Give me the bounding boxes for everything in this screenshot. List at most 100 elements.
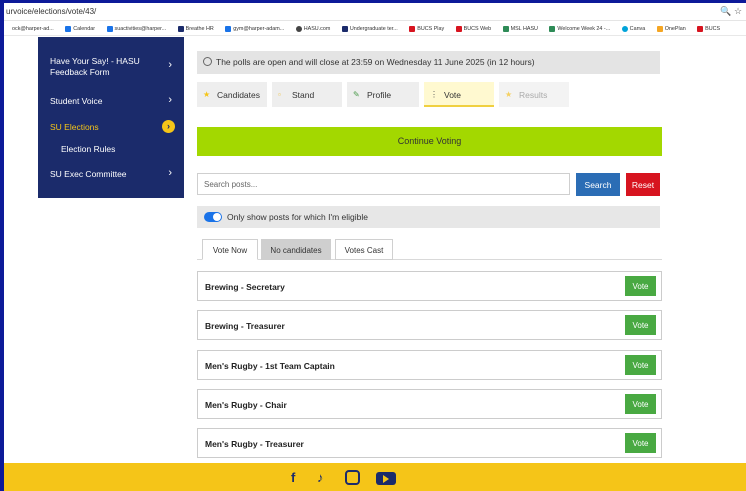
bookmark-item[interactable]: suactivities@harper... bbox=[106, 22, 167, 35]
document-icon: ▫ bbox=[278, 90, 281, 99]
bookmark-item[interactable]: BUCS Play bbox=[409, 22, 445, 35]
bookmark-item[interactable]: Calendar bbox=[65, 22, 96, 35]
bucs-icon bbox=[697, 26, 704, 32]
outlook-icon bbox=[106, 26, 113, 32]
poll-status-text: The polls are open and will close at 23:… bbox=[216, 57, 535, 67]
bookmark-star-icon[interactable]: ☆ bbox=[734, 6, 742, 17]
tab-no-candidates[interactable]: No candidates bbox=[261, 239, 331, 260]
browser-window: urvoice/elections/vote/43/ 🔍 ☆ ock@harpe… bbox=[4, 3, 746, 491]
tab-label: Vote bbox=[444, 90, 462, 100]
bookmark-item[interactable]: Undergraduate ter... bbox=[341, 22, 398, 35]
reset-button[interactable]: Reset bbox=[626, 173, 660, 196]
page-content: Have Your Say! - HASU Feedback Form › St… bbox=[4, 37, 746, 491]
chevron-right-icon: › bbox=[162, 120, 175, 133]
canva-icon bbox=[621, 26, 628, 32]
bookmark-label: Canva bbox=[629, 26, 646, 32]
bookmark-label: Breathe HR bbox=[185, 26, 214, 32]
sidebar-item-label: SU Exec Committee bbox=[50, 169, 127, 179]
vote-button[interactable]: Vote bbox=[625, 394, 656, 414]
facebook-icon[interactable]: f bbox=[291, 470, 295, 485]
post-name: Brewing - Treasurer bbox=[205, 321, 285, 331]
bookmark-item[interactable]: Canva bbox=[621, 22, 646, 35]
search-button[interactable]: Search bbox=[576, 173, 620, 196]
post-row: Brewing - Secretary Vote bbox=[197, 271, 662, 301]
tab-vote[interactable]: ⋮ Vote bbox=[424, 82, 494, 107]
sidebar-item-label: Election Rules bbox=[61, 144, 116, 154]
bookmark-label: Calendar bbox=[73, 26, 96, 32]
chevron-right-icon: › bbox=[168, 94, 172, 106]
continue-voting-button[interactable]: Continue Voting bbox=[197, 127, 662, 156]
sidebar-item-election-rules[interactable]: Election Rules bbox=[38, 141, 184, 159]
post-row: Men's Rugby - 1st Team Captain Vote bbox=[197, 350, 662, 380]
bookmark-item[interactable]: Welcome Week 24 -... bbox=[549, 22, 611, 35]
vote-button[interactable]: Vote bbox=[625, 315, 656, 335]
outlook-icon bbox=[225, 26, 232, 32]
sidebar-item-exec-committee[interactable]: SU Exec Committee › bbox=[38, 164, 184, 184]
youtube-icon[interactable] bbox=[376, 472, 396, 485]
eligible-toggle[interactable] bbox=[204, 212, 222, 222]
tab-profile[interactable]: ✎ Profile bbox=[347, 82, 419, 107]
msl-icon bbox=[502, 26, 509, 32]
tab-label: Candidates bbox=[217, 90, 261, 100]
bookmark-item[interactable]: MSL HASU bbox=[502, 22, 538, 35]
bookmark-item[interactable]: HASU.com bbox=[295, 22, 330, 35]
tab-label: Results bbox=[519, 90, 548, 100]
sidebar-nav: Have Your Say! - HASU Feedback Form › St… bbox=[38, 37, 184, 198]
bookmark-item[interactable]: Breathe HR bbox=[177, 22, 214, 35]
vote-button[interactable]: Vote bbox=[625, 433, 656, 453]
calendar-icon bbox=[65, 26, 72, 32]
document-icon bbox=[341, 26, 348, 32]
bookmark-item[interactable]: BUCS Web bbox=[455, 22, 492, 35]
flag-icon bbox=[549, 26, 556, 32]
tab-candidates[interactable]: ★ Candidates bbox=[197, 82, 267, 107]
eligible-filter-row: Only show posts for which I'm eligible bbox=[197, 206, 660, 228]
sidebar-item-student-voice[interactable]: Student Voice › bbox=[38, 91, 184, 111]
bookmark-label: BUCS Play bbox=[417, 26, 445, 32]
bucs-icon bbox=[455, 26, 462, 32]
breathe-icon bbox=[177, 26, 184, 32]
star-icon: ★ bbox=[203, 90, 211, 99]
eligible-label: Only show posts for which I'm eligible bbox=[227, 212, 368, 222]
poll-status-notice: The polls are open and will close at 23:… bbox=[197, 51, 660, 74]
edit-icon: ✎ bbox=[353, 90, 360, 99]
dots-icon: ⋮ bbox=[430, 90, 438, 99]
sidebar-item-su-elections[interactable]: SU Elections › bbox=[38, 117, 184, 137]
sidebar-item-label: Have Your Say! - HASU Feedback Form bbox=[50, 56, 140, 77]
globe-icon bbox=[295, 26, 302, 32]
bookmark-item[interactable]: BUCS bbox=[697, 22, 721, 35]
bookmark-label: Welcome Week 24 -... bbox=[557, 26, 611, 32]
bookmark-label: BUCS bbox=[705, 26, 721, 32]
vote-button[interactable]: Vote bbox=[625, 355, 656, 375]
address-bar[interactable]: urvoice/elections/vote/43/ 🔍 ☆ bbox=[4, 3, 746, 21]
bookmark-label: gym@harper-adam... bbox=[233, 26, 285, 32]
site-footer: f ♪ bbox=[4, 463, 746, 491]
url-text[interactable]: urvoice/elections/vote/43/ bbox=[6, 7, 96, 16]
bookmark-item[interactable]: gym@harper-adam... bbox=[225, 22, 285, 35]
search-posts-input[interactable] bbox=[197, 173, 570, 195]
post-name: Brewing - Secretary bbox=[205, 282, 285, 292]
sidebar-item-feedback[interactable]: Have Your Say! - HASU Feedback Form › bbox=[38, 50, 184, 80]
oneplan-icon bbox=[656, 26, 663, 32]
bookmark-label: ock@harper-ad... bbox=[12, 26, 54, 32]
post-row: Men's Rugby - Treasurer Vote bbox=[197, 428, 662, 458]
vote-button[interactable]: Vote bbox=[625, 276, 656, 296]
bookmark-item[interactable]: ock@harper-ad... bbox=[4, 22, 54, 35]
instagram-icon[interactable] bbox=[345, 470, 360, 485]
play-icon bbox=[383, 475, 389, 483]
zoom-icon[interactable]: 🔍 bbox=[720, 6, 731, 17]
post-row: Brewing - Treasurer Vote bbox=[197, 310, 662, 340]
clock-icon bbox=[203, 57, 212, 66]
toggle-knob bbox=[213, 213, 221, 221]
bookmark-favicon-icon bbox=[4, 26, 10, 32]
bookmark-label: BUCS Web bbox=[463, 26, 492, 32]
tiktok-icon[interactable]: ♪ bbox=[317, 470, 324, 485]
bookmark-label: suactivities@harper... bbox=[114, 26, 167, 32]
tab-vote-now[interactable]: Vote Now bbox=[202, 239, 258, 260]
bookmark-item[interactable]: OnePlan bbox=[656, 22, 686, 35]
tab-stand[interactable]: ▫ Stand bbox=[272, 82, 342, 107]
post-name: Men's Rugby - 1st Team Captain bbox=[205, 361, 335, 371]
sidebar-item-label: Student Voice bbox=[50, 96, 103, 106]
chevron-right-icon: › bbox=[168, 167, 172, 179]
tab-results[interactable]: ★ Results bbox=[499, 82, 569, 107]
tab-votes-cast[interactable]: Votes Cast bbox=[335, 239, 393, 260]
